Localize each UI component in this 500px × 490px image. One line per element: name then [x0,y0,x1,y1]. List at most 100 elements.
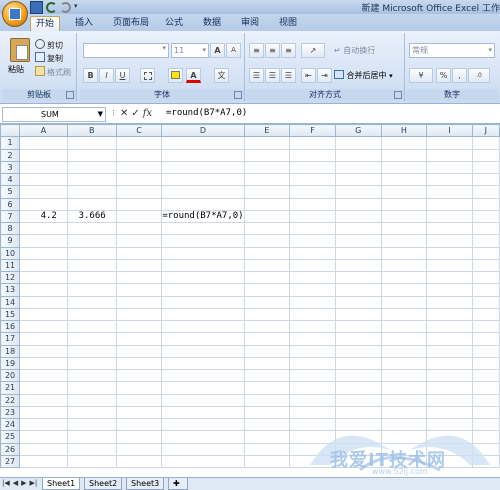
cell-f10[interactable] [289,246,336,260]
first-sheet-icon[interactable]: |◀ [2,479,10,487]
cell-a22[interactable] [19,393,68,407]
border-button[interactable] [140,68,155,83]
row-header[interactable]: 10 [0,246,21,260]
cell-d2[interactable] [161,148,245,162]
cell-a7[interactable]: 4.2 [19,209,68,224]
cell-i19[interactable] [426,356,473,371]
cell-b16[interactable] [66,319,117,334]
cell-f25[interactable] [289,430,336,444]
cell-e9[interactable] [243,234,291,248]
percent-button[interactable]: % [436,68,451,83]
cell-f13[interactable] [289,283,336,297]
align-middle-icon[interactable]: ≡ [265,43,280,58]
cell-f16[interactable] [289,319,336,334]
cell-j2[interactable] [471,148,500,162]
cell-j14[interactable] [471,295,500,309]
cell-e3[interactable] [243,160,291,175]
cell-f20[interactable] [289,368,336,383]
alignment-launcher-icon[interactable] [394,91,402,99]
cell-g21[interactable] [334,381,382,395]
shrink-font-button[interactable]: A [226,43,241,58]
cell-h12[interactable] [380,270,428,285]
row-header[interactable]: 18 [0,344,21,358]
column-header-a[interactable]: A [19,124,68,138]
row-header[interactable]: 14 [0,295,21,309]
cell-h21[interactable] [380,381,428,395]
currency-button[interactable]: ¥ [409,68,433,83]
cell-i24[interactable] [426,417,473,432]
cell-g5[interactable] [334,185,382,199]
row-header[interactable]: 27 [0,454,21,469]
cell-a1[interactable] [19,136,68,150]
cell-i10[interactable] [426,246,473,260]
cell-j21[interactable] [471,381,500,395]
cell-i22[interactable] [426,393,473,407]
column-header-i[interactable]: I [426,124,473,138]
cell-e1[interactable] [243,136,291,150]
cell-f14[interactable] [289,295,336,309]
cell-a15[interactable] [19,307,68,322]
cell-g1[interactable] [334,136,382,150]
cell-i16[interactable] [426,319,473,334]
cell-d17[interactable] [161,332,245,346]
cell-e14[interactable] [243,295,291,309]
last-sheet-icon[interactable]: ▶| [30,479,38,487]
cell-f11[interactable] [289,258,336,273]
orientation-icon[interactable]: ↗ [301,43,325,58]
column-header-g[interactable]: G [334,124,382,138]
cell-a12[interactable] [19,270,68,285]
grow-font-button[interactable]: A [210,43,225,58]
cell-g8[interactable] [334,221,382,236]
cell-j13[interactable] [471,283,500,297]
cell-d27[interactable] [161,454,245,469]
cell-i2[interactable] [426,148,473,162]
cell-g23[interactable] [334,405,382,420]
cell-c13[interactable] [115,283,163,297]
cell-h3[interactable] [380,160,428,175]
cell-h1[interactable] [380,136,428,150]
cell-j6[interactable] [471,197,500,211]
cell-d16[interactable] [161,319,245,334]
cell-i17[interactable] [426,332,473,346]
cell-d20[interactable] [161,368,245,383]
cell-f15[interactable] [289,307,336,322]
cell-a25[interactable] [19,430,68,444]
cell-i18[interactable] [426,344,473,358]
row-header[interactable]: 9 [0,234,21,248]
cell-i9[interactable] [426,234,473,248]
font-color-button[interactable]: A [186,68,201,83]
cell-a27[interactable] [19,454,68,469]
cell-c9[interactable] [115,234,163,248]
cell-h20[interactable] [380,368,428,383]
cell-c15[interactable] [115,307,163,322]
office-button[interactable] [2,1,28,27]
cell-b20[interactable] [66,368,117,383]
cell-e23[interactable] [243,405,291,420]
cell-f27[interactable] [289,454,336,469]
cell-h24[interactable] [380,417,428,432]
cell-f4[interactable] [289,172,336,187]
cell-i5[interactable] [426,185,473,199]
cell-c2[interactable] [115,148,163,162]
row-header[interactable]: 19 [0,356,21,371]
cell-h4[interactable] [380,172,428,187]
cell-c8[interactable] [115,221,163,236]
comma-button[interactable]: , [452,68,467,83]
cell-a20[interactable] [19,368,68,383]
cell-f3[interactable] [289,160,336,175]
cell-j8[interactable] [471,221,500,236]
cell-h23[interactable] [380,405,428,420]
row-header[interactable]: 12 [0,270,21,285]
cell-f5[interactable] [289,185,336,199]
tab-home[interactable]: 开始 [30,16,61,31]
cell-c19[interactable] [115,356,163,371]
cell-b4[interactable] [66,172,117,187]
cell-j11[interactable] [471,258,500,273]
cell-h22[interactable] [380,393,428,407]
cell-a2[interactable] [19,148,68,162]
cell-c21[interactable] [115,381,163,395]
cell-d8[interactable] [161,221,245,236]
cell-e17[interactable] [243,332,291,346]
cell-c26[interactable] [115,442,163,456]
cell-g16[interactable] [334,319,382,334]
